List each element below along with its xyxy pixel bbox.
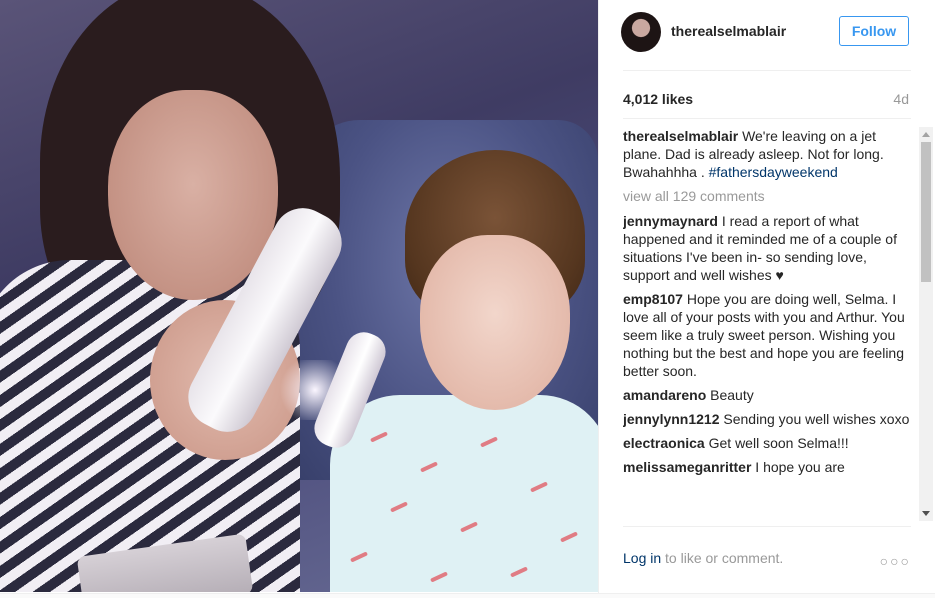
- post-age[interactable]: 4d: [893, 91, 909, 107]
- comment-item: emp8107 Hope you are doing well, Selma. …: [623, 290, 913, 380]
- more-options-icon[interactable]: ○○○: [880, 553, 911, 569]
- login-prompt: Log in to like or comment.: [623, 550, 783, 566]
- comment-text: Beauty: [710, 387, 754, 403]
- comment-text: Sending you well wishes xoxo: [723, 411, 910, 427]
- follow-button[interactable]: Follow: [839, 16, 909, 46]
- comment-username[interactable]: jennylynn1212: [623, 411, 720, 427]
- scrollbar-thumb[interactable]: [921, 142, 931, 282]
- comment-text: I hope you are: [755, 459, 845, 475]
- login-link[interactable]: Log in: [623, 550, 661, 566]
- comment-username[interactable]: amandareno: [623, 387, 706, 403]
- header-username[interactable]: therealselmablair: [671, 23, 786, 39]
- comment-username[interactable]: emp8107: [623, 291, 683, 307]
- comment-item: melissameganritter I hope you are: [623, 458, 913, 476]
- post-footer: Log in to like or comment. ○○○: [599, 535, 935, 595]
- comment-item: amandareno Beauty: [623, 386, 913, 404]
- scroll-down-arrow-icon[interactable]: [922, 511, 930, 516]
- photo-boy-shirt: [330, 395, 598, 592]
- scroll-up-arrow-icon[interactable]: [922, 132, 930, 137]
- post-photo[interactable]: [0, 0, 598, 592]
- caption-hashtag[interactable]: #fathersdayweekend: [709, 164, 838, 180]
- comments-scrollbar[interactable]: [919, 127, 933, 521]
- avatar[interactable]: [621, 12, 661, 52]
- caption-username[interactable]: therealselmablair: [623, 128, 738, 144]
- likes-count[interactable]: 4,012 likes: [623, 91, 693, 107]
- likes-divider: [623, 118, 911, 119]
- comment-item: jennymaynard I read a report of what hap…: [623, 212, 913, 284]
- comment-item: electraonica Get well soon Selma!!!: [623, 434, 913, 452]
- caption: therealselmablair We're leaving on a jet…: [623, 127, 913, 181]
- login-prompt-text: to like or comment.: [661, 550, 784, 566]
- view-all-comments-link[interactable]: view all 129 comments: [623, 187, 913, 205]
- page-bottom-border: [0, 593, 935, 598]
- comments-list[interactable]: therealselmablair We're leaving on a jet…: [623, 127, 913, 519]
- post-header: therealselmablair Follow: [599, 0, 935, 70]
- header-divider: [623, 70, 911, 71]
- comment-item: jennylynn1212 Sending you well wishes xo…: [623, 410, 913, 428]
- comment-username[interactable]: jennymaynard: [623, 213, 718, 229]
- photo-boy-face: [420, 235, 570, 410]
- comment-username[interactable]: electraonica: [623, 435, 705, 451]
- comment-text: Get well soon Selma!!!: [708, 435, 849, 451]
- footer-divider: [623, 526, 911, 527]
- post-sidebar: therealselmablair Follow 4,012 likes 4d …: [598, 0, 935, 597]
- comment-username[interactable]: melissameganritter: [623, 459, 751, 475]
- instagram-post: therealselmablair Follow 4,012 likes 4d …: [0, 0, 935, 597]
